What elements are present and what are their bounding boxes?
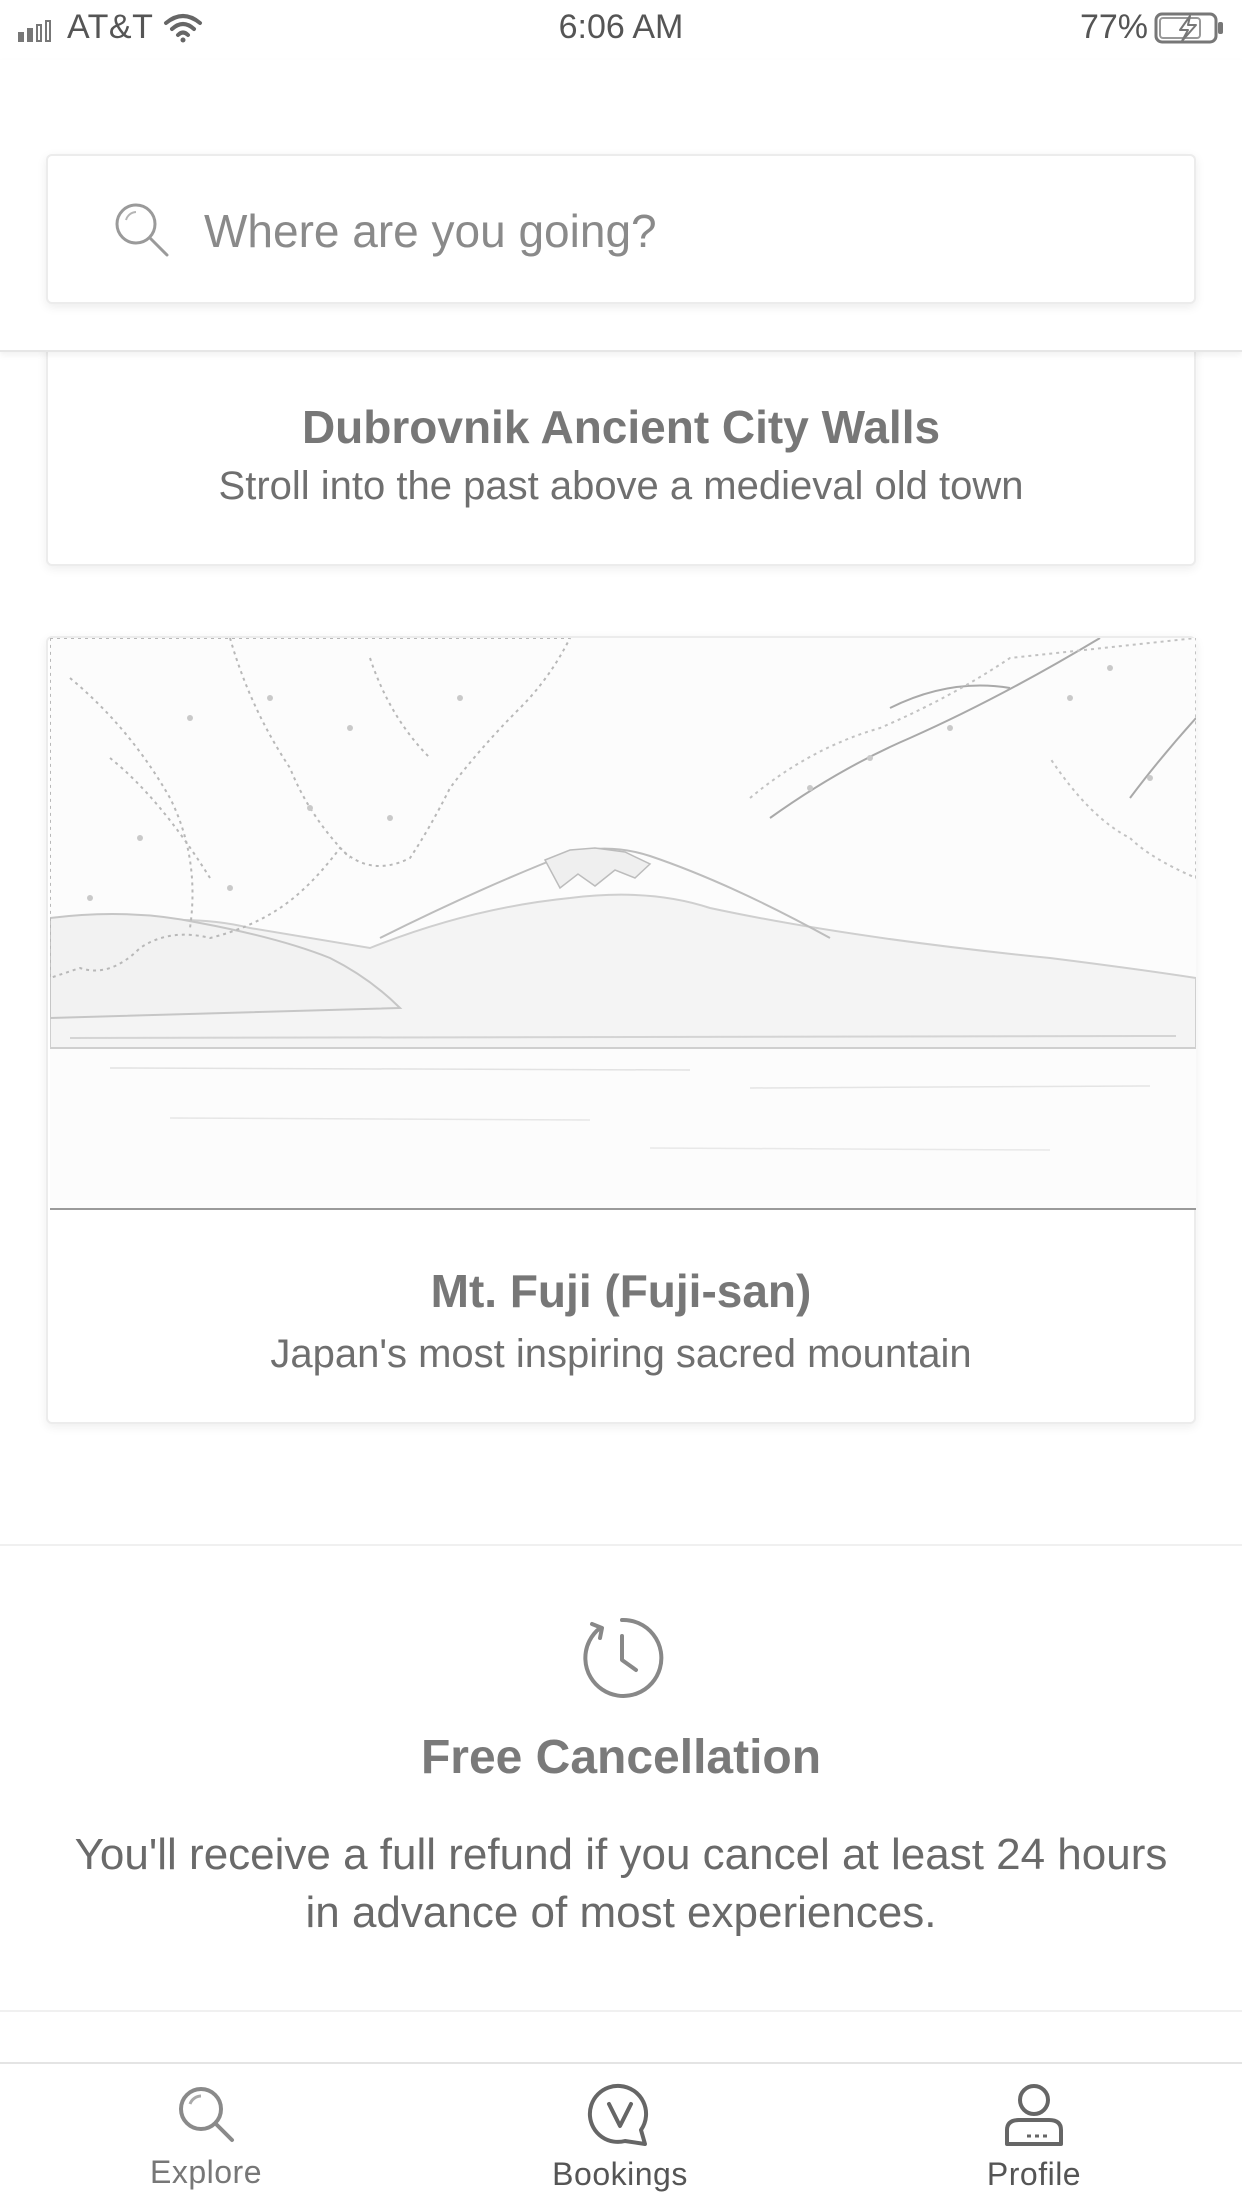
search-header: Where are you going? bbox=[0, 60, 1242, 352]
experience-card-dubrovnik[interactable]: Dubrovnik Ancient City Walls Stroll into… bbox=[46, 344, 1196, 566]
profile-icon bbox=[1005, 2084, 1063, 2146]
tab-label: Bookings bbox=[552, 2156, 688, 2192]
app-screen: AT&T 6:06 AM 77% Where are you going? Du… bbox=[0, 0, 1242, 2208]
status-right: 77% bbox=[1080, 8, 1226, 47]
search-input[interactable]: Where are you going? bbox=[46, 154, 1196, 304]
battery-percentage: 77% bbox=[1079, 8, 1148, 46]
status-time: 6:06 AM bbox=[558, 8, 684, 46]
tab-label: Explore bbox=[150, 2154, 262, 2190]
free-cancellation-text: You'll receive a full refund if you canc… bbox=[74, 1830, 1168, 1937]
battery-charging-icon bbox=[1154, 12, 1223, 43]
card-subtitle: Stroll into the past above a medieval ol… bbox=[218, 464, 1024, 508]
search-placeholder: Where are you going? bbox=[204, 205, 657, 257]
status-bar: AT&T 6:06 AM 77% bbox=[0, 0, 1242, 60]
card-title: Mt. Fuji (Fuji-san) bbox=[430, 1265, 812, 1317]
bookings-icon bbox=[587, 2083, 649, 2146]
card-title: Dubrovnik Ancient City Walls bbox=[301, 401, 941, 453]
search-icon bbox=[115, 203, 169, 257]
mount-fuji-photo bbox=[50, 638, 1196, 1210]
tab-explore[interactable]: Explore bbox=[86, 2082, 326, 2202]
card-subtitle: Japan's most inspiring sacred mountain bbox=[270, 1332, 972, 1376]
search-icon bbox=[179, 2087, 234, 2142]
free-cancellation-title: Free Cancellation bbox=[420, 1731, 822, 1784]
section-divider-top bbox=[0, 1544, 1242, 1546]
tab-profile[interactable]: Profile bbox=[914, 2082, 1154, 2202]
section-divider-bottom bbox=[0, 2010, 1242, 2012]
experience-card-mt-fuji[interactable]: Mt. Fuji (Fuji-san) Japan's most inspiri… bbox=[46, 636, 1196, 1424]
clock-refresh-icon bbox=[583, 1617, 664, 1698]
tab-label: Profile bbox=[986, 2156, 1082, 2192]
tab-bookings[interactable]: Bookings bbox=[500, 2082, 740, 2202]
tab-bar: Explore Bookings Profile bbox=[0, 2062, 1242, 2208]
